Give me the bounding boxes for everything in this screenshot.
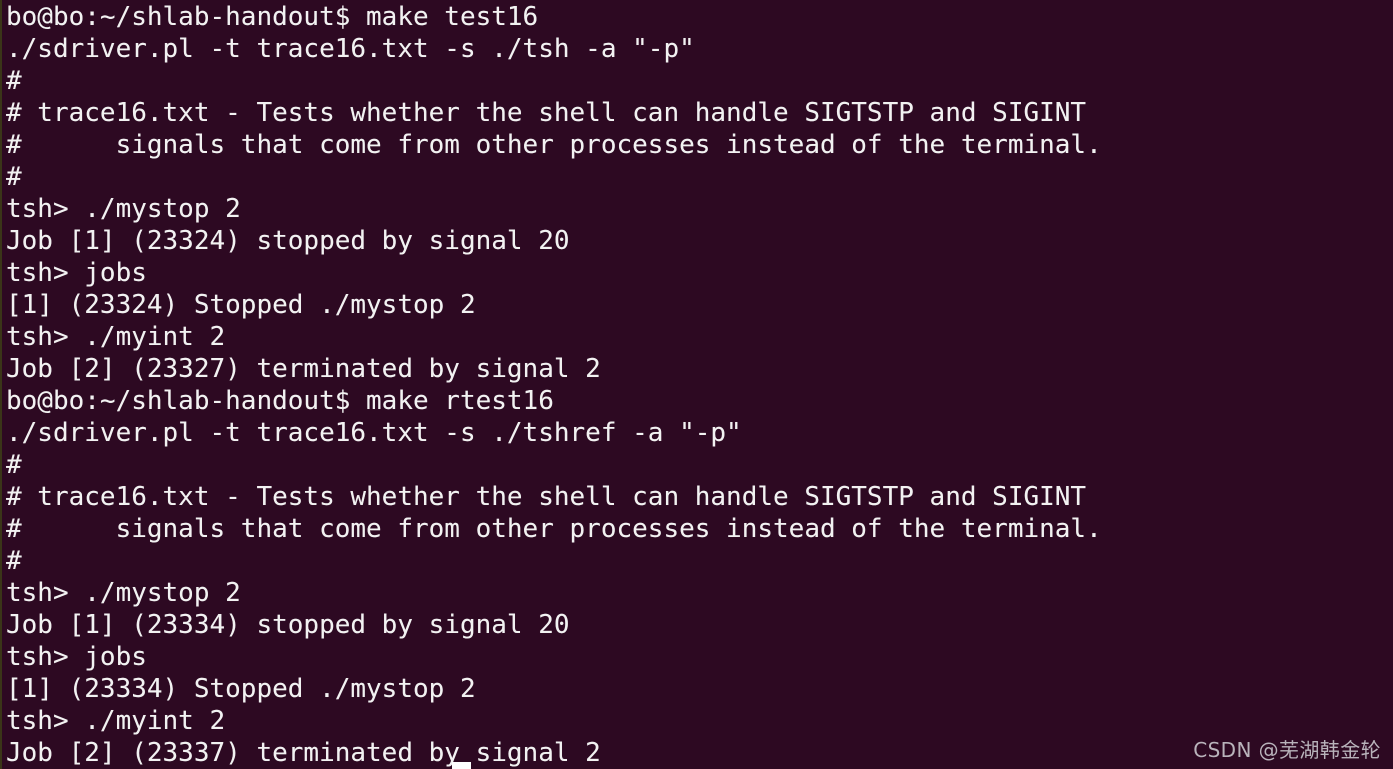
terminal-line: ./sdriver.pl -t trace16.txt -s ./tshref …: [6, 418, 742, 448]
terminal-line: #: [6, 162, 22, 192]
terminal-line: [1] (23324) Stopped ./mystop 2: [6, 290, 476, 320]
terminal-line: tsh> ./mystop 2: [6, 578, 241, 608]
terminal-line: Job [2] (23337) terminated by signal 2: [6, 738, 601, 768]
terminal-line: # signals that come from other processes…: [6, 130, 1102, 160]
terminal-line: Job [1] (23334) stopped by signal 20: [6, 610, 570, 640]
terminal-line: # trace16.txt - Tests whether the shell …: [6, 482, 1087, 512]
terminal-line: tsh> ./mystop 2: [6, 194, 241, 224]
terminal-line: # signals that come from other processes…: [6, 514, 1102, 544]
terminal-line: #: [6, 546, 22, 576]
terminal-line: #: [6, 450, 22, 480]
terminal-line: #: [6, 66, 22, 96]
csdn-watermark: CSDN @芜湖韩金轮: [1193, 738, 1381, 762]
terminal-line: bo@bo:~/shlab-handout$ make test16: [6, 2, 539, 32]
terminal-line: Job [1] (23324) stopped by signal 20: [6, 226, 570, 256]
terminal-line: tsh> ./myint 2: [6, 706, 226, 736]
terminal-screen[interactable]: bo@bo:~/shlab-handout$ make test16 ./sdr…: [4, 1, 1393, 769]
text-cursor: [452, 762, 471, 769]
terminal-line: tsh> jobs: [6, 258, 147, 288]
terminal-line: ./sdriver.pl -t trace16.txt -s ./tsh -a …: [6, 34, 695, 64]
terminal-window[interactable]: bo@bo:~/shlab-handout$ make test16 ./sdr…: [0, 0, 1393, 769]
terminal-line: bo@bo:~/shlab-handout$ make rtest16: [6, 386, 554, 416]
terminal-line: [1] (23334) Stopped ./mystop 2: [6, 674, 476, 704]
terminal-line: Job [2] (23327) terminated by signal 2: [6, 354, 601, 384]
terminal-line: # trace16.txt - Tests whether the shell …: [6, 98, 1087, 128]
terminal-line: tsh> ./myint 2: [6, 322, 226, 352]
terminal-line: tsh> jobs: [6, 642, 147, 672]
